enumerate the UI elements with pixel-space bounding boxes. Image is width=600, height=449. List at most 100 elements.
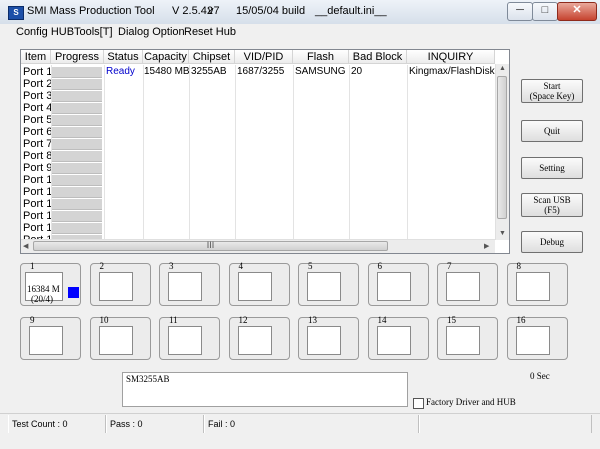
port-inquiry: Kingmax/FlashDisk: [409, 66, 495, 77]
maximize-button[interactable]: □: [532, 2, 558, 21]
menu-dialog-option[interactable]: Dialog Option: [118, 26, 185, 38]
port-tile-display: [307, 326, 341, 355]
factory-driver-checkbox[interactable]: [413, 398, 424, 409]
port-tile-display: [307, 272, 341, 301]
port-tile-13[interactable]: 13: [298, 315, 359, 360]
scroll-grip: III: [206, 240, 215, 250]
port-tile-4[interactable]: 4: [228, 261, 290, 306]
config-file-label: __default.ini__: [315, 5, 387, 17]
port-status: Ready: [106, 66, 135, 77]
port-tile-12[interactable]: 12: [228, 315, 290, 360]
elapsed-timer: 0 Sec: [530, 371, 550, 381]
menu-reset-hub[interactable]: Reset Hub: [184, 26, 236, 38]
port-name: Port 1: [23, 66, 51, 78]
port-tile-number: 2: [99, 261, 105, 271]
port-tile-number: 10: [99, 315, 109, 325]
port-tile-15[interactable]: 15: [437, 315, 498, 360]
status-bar: Test Count : 0 Pass : 0 Fail : 0: [0, 413, 600, 449]
port-name: Port 2: [23, 78, 51, 90]
quit-button[interactable]: Quit: [521, 120, 583, 142]
port-name: Port 9: [23, 162, 51, 174]
port-tile-number: 5: [308, 261, 313, 271]
port-tile-number: 9: [30, 315, 35, 325]
port-tile-number: 12: [238, 315, 248, 325]
port-tile-11[interactable]: 11: [159, 315, 220, 360]
port-tile-display: [168, 326, 202, 355]
column-header-flash[interactable]: Flash: [293, 50, 349, 64]
port-tile-6[interactable]: 6: [367, 261, 429, 306]
port-tile-14[interactable]: 14: [367, 315, 429, 360]
scroll-up-icon[interactable]: ▲: [499, 65, 506, 72]
progress-bar: [52, 115, 102, 126]
port-name: Port 14: [23, 222, 51, 234]
scan-usb-button[interactable]: Scan USB (F5): [521, 193, 583, 217]
port-name: Port 3: [23, 90, 51, 102]
factory-driver-label[interactable]: Factory Driver and HUB: [426, 397, 516, 407]
column-header-vidpid[interactable]: VID/PID: [235, 50, 293, 64]
progress-bar: [52, 139, 102, 150]
menu-config-hub[interactable]: Config HUB: [16, 26, 74, 38]
port-tile-10[interactable]: 10: [89, 315, 151, 360]
progress-bar: [52, 175, 102, 186]
scroll-right-icon[interactable]: ▶: [484, 242, 489, 250]
port-tile-number: 14: [377, 315, 387, 325]
port-capacity: 15480 MB: [144, 66, 189, 77]
port-bad-block: 20: [351, 66, 363, 77]
column-header-progress[interactable]: Progress: [51, 50, 104, 64]
horizontal-scrollbar[interactable]: ◀ III ▶: [21, 239, 495, 253]
port-tile-display: [515, 326, 550, 355]
column-header-status[interactable]: Status: [104, 50, 143, 64]
port-table[interactable]: Item Progress Status Capacity Chipset VI…: [20, 49, 510, 254]
port-name: Port 7: [23, 138, 51, 150]
column-divider: [104, 65, 105, 240]
port-tile-5[interactable]: 5: [298, 261, 359, 306]
start-button-label: Start: [543, 81, 561, 91]
column-divider: [349, 65, 350, 240]
vertical-scrollbar[interactable]: ▲ ▼: [495, 64, 509, 240]
horizontal-scroll-thumb[interactable]: III: [33, 241, 388, 251]
close-button[interactable]: ✕: [557, 2, 597, 21]
port-name: Port 11: [23, 186, 51, 198]
setting-button[interactable]: Setting: [521, 157, 583, 179]
port1-status-indicator: [68, 287, 79, 298]
port-name: Port 8: [23, 150, 51, 162]
scan-usb-hotkey: (F5): [544, 205, 560, 215]
minimize-button[interactable]: ─: [507, 2, 533, 21]
chip-info-box[interactable]: SM3255AB: [122, 372, 408, 407]
port-tile-number: 8: [516, 261, 522, 271]
port-tile-number: 15: [447, 315, 456, 325]
port-tile-display: [168, 272, 202, 301]
port-tile-9[interactable]: 9: [20, 315, 81, 360]
column-header-inquiry[interactable]: INQUIRY: [407, 50, 495, 64]
vertical-scroll-thumb[interactable]: [497, 76, 507, 219]
port-tile-16[interactable]: 16: [506, 315, 568, 360]
status-panel: [419, 415, 592, 433]
menu-tools[interactable]: Tools[T]: [74, 26, 113, 38]
progress-bar: [52, 103, 102, 114]
fail-count: Fail : 0: [204, 415, 419, 433]
column-header-chipset[interactable]: Chipset: [189, 50, 235, 64]
column-divider: [293, 65, 294, 240]
port-tile-number: 13: [308, 315, 317, 325]
port-tile-2[interactable]: 2: [89, 261, 151, 306]
port-tile-display: [376, 272, 411, 301]
port-flash: SAMSUNG: [295, 66, 346, 77]
port-tile-3[interactable]: 3: [159, 261, 220, 306]
port-tile-display: [237, 326, 272, 355]
column-header-capacity[interactable]: Capacity: [143, 50, 189, 64]
progress-bar: [52, 187, 102, 198]
debug-button[interactable]: Debug: [521, 231, 583, 253]
port-tile-display: [515, 272, 550, 301]
start-button[interactable]: Start (Space Key): [521, 79, 583, 103]
scroll-down-icon[interactable]: ▼: [499, 230, 506, 237]
column-header-item[interactable]: Item: [21, 50, 51, 64]
scroll-left-icon[interactable]: ◀: [23, 242, 28, 250]
column-header-bad-block[interactable]: Bad Block: [349, 50, 407, 64]
smi-app-icon: S: [8, 6, 24, 20]
port-tile-display: [446, 326, 480, 355]
port-tile-8[interactable]: 8: [506, 261, 568, 306]
progress-bar: [52, 127, 102, 138]
port-tile-1[interactable]: 1 16384 M (20/4): [20, 261, 81, 306]
column-divider: [235, 65, 236, 240]
port-tile-7[interactable]: 7: [437, 261, 498, 306]
